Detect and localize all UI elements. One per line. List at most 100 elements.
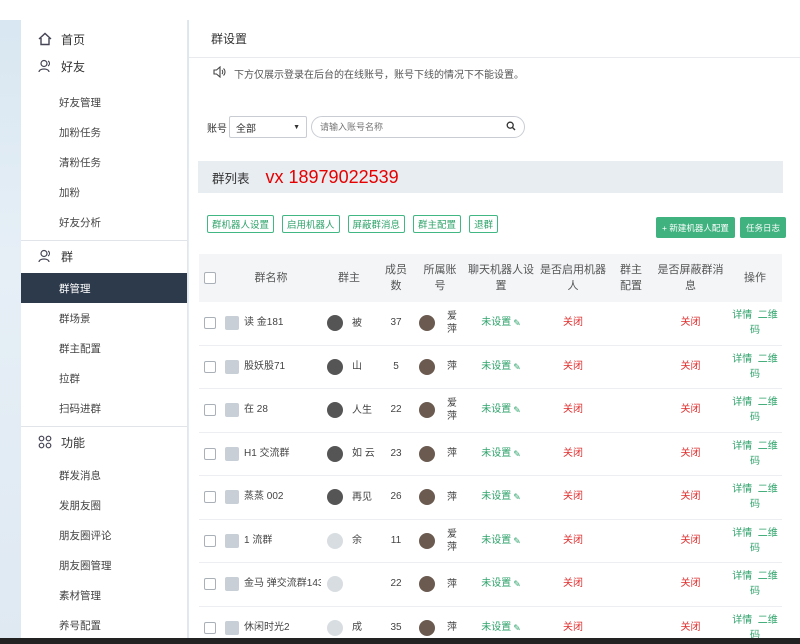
sidebar: 首页 好友 好友管理 加粉任务 清粉任务 加粉 好友分析 群 群管理 群场景 群…	[21, 20, 188, 640]
sidebar-item-label: 朋友圈管理	[59, 559, 112, 572]
row-checkbox[interactable]	[204, 491, 216, 504]
task-log-button[interactable]: 任务日志	[740, 217, 787, 238]
account-avatar	[419, 532, 435, 549]
chat-robot-setting[interactable]: 未设置 ✎	[465, 576, 537, 592]
sidebar-item-add-fans-task[interactable]: 加粉任务	[21, 117, 187, 147]
detail-link[interactable]: 详情	[732, 354, 752, 365]
robot-enabled-status: 关闭	[563, 447, 583, 459]
col-header: 所属账号	[415, 262, 465, 294]
row-checkbox[interactable]	[204, 317, 216, 330]
col-header: 成员数	[377, 262, 415, 294]
pencil-icon[interactable]: ✎	[513, 315, 521, 331]
table-row: 在 28 人生 22 爱萍 未设置 ✎ 关闭 关闭 详情 二维码	[199, 389, 782, 433]
quit-group-button[interactable]: 退群	[469, 215, 499, 233]
sidebar-group-function[interactable]: 功能	[21, 432, 187, 452]
notice-text: 下方仅展示登录在后台的在线账号，账号下线的情况下不能设置。	[234, 70, 524, 81]
owner-name: 山	[352, 361, 362, 373]
block-msg-status: 关闭	[680, 491, 701, 503]
chat-robot-setting[interactable]: 未设置 ✎	[465, 446, 537, 462]
sidebar-item-group-manage[interactable]: 群管理	[21, 273, 187, 303]
account-avatar	[419, 402, 435, 419]
sidebar-group-group[interactable]: 群	[21, 246, 187, 266]
qrcode-link[interactable]: 二维码	[750, 441, 778, 467]
sidebar-item-moments-comment[interactable]: 朋友圈评论	[21, 520, 187, 550]
row-checkbox[interactable]	[204, 578, 216, 591]
new-robot-config-button[interactable]: + 新建机器人配置	[656, 217, 735, 238]
chat-robot-status: 未设置	[481, 491, 512, 503]
select-all-checkbox[interactable]	[204, 272, 216, 284]
sidebar-item-moments-manage[interactable]: 朋友圈管理	[21, 550, 187, 580]
qrcode-link[interactable]: 二维码	[750, 484, 778, 510]
sidebar-group-label: 群	[61, 249, 74, 264]
sidebar-item-pull-group[interactable]: 拉群	[21, 363, 187, 393]
detail-link[interactable]: 详情	[732, 441, 752, 452]
pencil-icon[interactable]: ✎	[513, 620, 521, 636]
account-avatar	[419, 358, 435, 375]
row-checkbox[interactable]	[204, 447, 216, 460]
pencil-icon[interactable]: ✎	[513, 402, 521, 418]
qrcode-link[interactable]: 二维码	[750, 310, 778, 336]
search-icon[interactable]	[506, 121, 516, 134]
caret-down-icon: ▼	[293, 123, 300, 131]
owner-config-button[interactable]: 群主配置	[413, 215, 462, 233]
pencil-icon[interactable]: ✎	[513, 359, 521, 375]
sidebar-item-mass-message[interactable]: 群发消息	[21, 460, 187, 490]
sidebar-item-add-fans[interactable]: 加粉	[21, 177, 187, 207]
owner-name: 被	[352, 317, 362, 329]
pencil-icon[interactable]: ✎	[513, 446, 521, 462]
detail-link[interactable]: 详情	[732, 484, 752, 495]
row-checkbox[interactable]	[204, 404, 216, 417]
sidebar-item-clear-fans-task[interactable]: 清粉任务	[21, 147, 187, 177]
pencil-icon[interactable]: ✎	[513, 533, 521, 549]
sidebar-item-friend-manage[interactable]: 好友管理	[21, 87, 187, 117]
detail-link[interactable]: 详情	[732, 528, 752, 539]
detail-link[interactable]: 详情	[732, 615, 752, 626]
enable-robot-button[interactable]: 启用机器人	[282, 215, 340, 233]
row-checkbox[interactable]	[204, 360, 216, 373]
detail-link[interactable]: 详情	[732, 397, 752, 408]
qrcode-link[interactable]: 二维码	[750, 571, 778, 597]
pencil-icon[interactable]: ✎	[513, 489, 521, 505]
chat-robot-setting[interactable]: 未设置 ✎	[465, 533, 537, 549]
chat-robot-setting[interactable]: 未设置 ✎	[465, 359, 537, 375]
pencil-icon[interactable]: ✎	[513, 576, 521, 592]
account-name: 爱萍	[447, 311, 457, 336]
chat-robot-status: 未设置	[481, 534, 512, 546]
sidebar-item-account-nurture[interactable]: 养号配置	[21, 610, 187, 640]
chat-robot-status: 未设置	[481, 447, 512, 459]
sidebar-item-material-manage[interactable]: 素材管理	[21, 580, 187, 610]
row-checkbox[interactable]	[204, 621, 216, 634]
qrcode-link[interactable]: 二维码	[750, 615, 778, 641]
row-actions: 详情 二维码	[728, 308, 782, 338]
sidebar-item-home[interactable]: 首页	[21, 20, 187, 58]
qrcode-link[interactable]: 二维码	[750, 528, 778, 554]
col-header: 是否屏蔽群消息	[653, 262, 728, 294]
sidebar-item-friend-analysis[interactable]: 好友分析	[21, 207, 187, 237]
block-message-button[interactable]: 屏蔽群消息	[347, 215, 406, 233]
search-box	[311, 116, 525, 138]
robot-enabled-status: 关闭	[563, 491, 583, 503]
sidebar-item-group-scene[interactable]: 群场景	[21, 303, 187, 333]
block-msg-status: 关闭	[680, 447, 701, 459]
chat-robot-setting[interactable]: 未设置 ✎	[465, 402, 537, 418]
detail-link[interactable]: 详情	[732, 571, 752, 582]
account-select[interactable]: 全部 ▼	[229, 116, 307, 138]
detail-link[interactable]: 详情	[732, 310, 752, 321]
col-header: 群主配置	[609, 262, 653, 294]
chat-robot-setting[interactable]: 未设置 ✎	[465, 620, 537, 636]
group-avatar	[225, 403, 239, 418]
account-search-input[interactable]	[320, 122, 490, 132]
speaker-icon	[213, 65, 226, 81]
divider	[21, 426, 187, 427]
sidebar-item-owner-config[interactable]: 群主配置	[21, 333, 187, 363]
row-checkbox[interactable]	[204, 534, 216, 547]
col-header-text: 是否屏蔽群消息	[657, 264, 724, 292]
chat-robot-setting[interactable]: 未设置 ✎	[465, 489, 537, 505]
qrcode-link[interactable]: 二维码	[750, 397, 778, 423]
sidebar-group-friends[interactable]: 好友	[21, 56, 187, 76]
robot-setting-button[interactable]: 群机器人设置	[207, 215, 275, 233]
qrcode-link[interactable]: 二维码	[750, 354, 778, 380]
chat-robot-setting[interactable]: 未设置 ✎	[465, 315, 537, 331]
sidebar-item-post-moments[interactable]: 发朋友圈	[21, 490, 187, 520]
sidebar-item-scan-join[interactable]: 扫码进群	[21, 393, 187, 423]
